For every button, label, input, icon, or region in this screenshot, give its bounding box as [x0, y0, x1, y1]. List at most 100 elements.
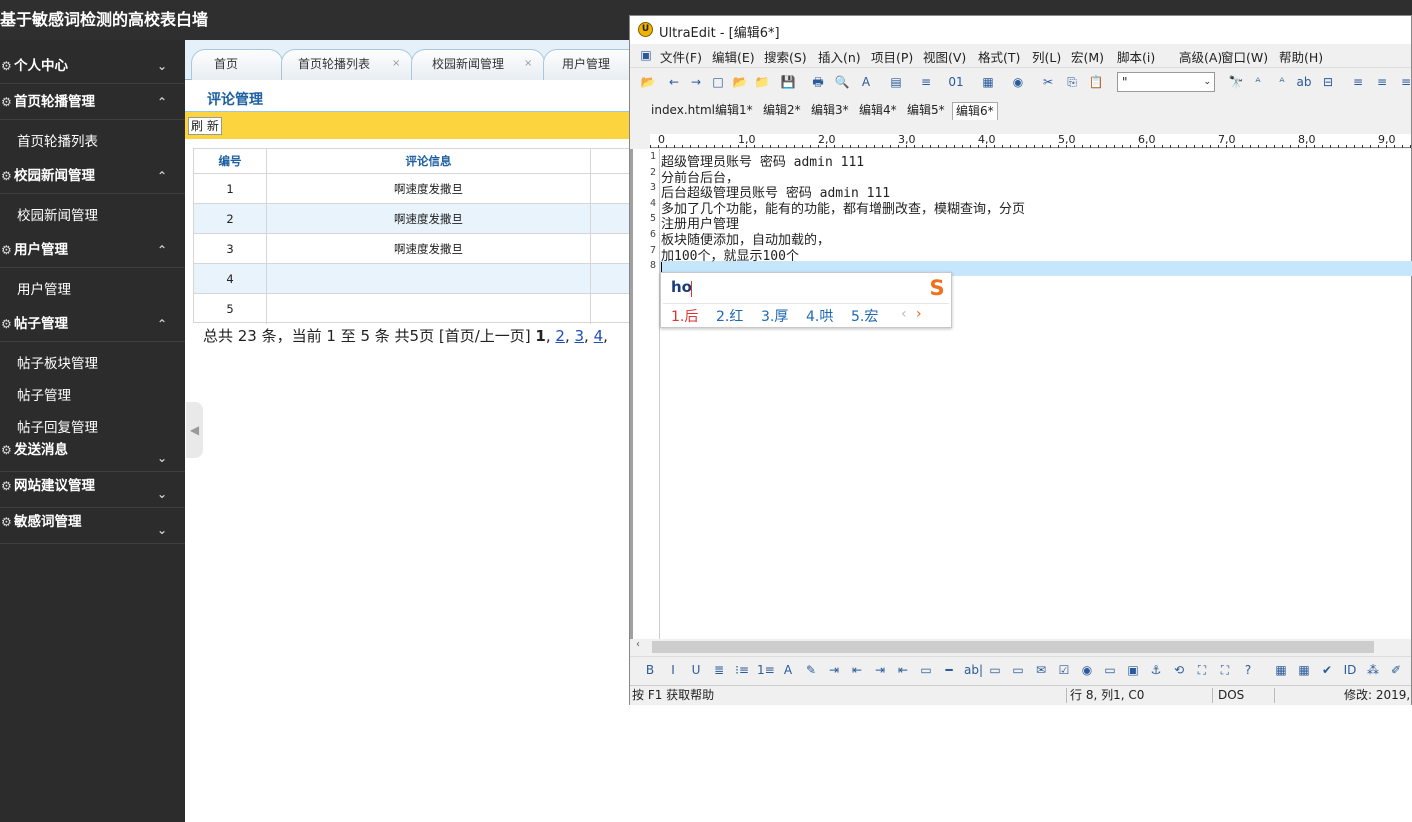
scroll-left-icon[interactable]: ‹: [636, 639, 640, 650]
column-icon[interactable]: ⊟: [1320, 74, 1336, 90]
file-tab[interactable]: 编辑5*: [904, 102, 948, 120]
html-tool-icon[interactable]: ☑: [1056, 662, 1072, 678]
sidebar-item[interactable]: 首页轮播列表: [17, 130, 98, 150]
menu-item[interactable]: 项目(P): [871, 47, 913, 66]
chevron-up-icon[interactable]: ⌃: [157, 232, 167, 268]
html-tool-icon[interactable]: ◉: [1079, 662, 1095, 678]
sidebar-item[interactable]: 帖子回复管理: [17, 416, 98, 436]
menu-item[interactable]: 文件(F): [660, 47, 702, 66]
find-icon[interactable]: 🔭: [1228, 74, 1244, 90]
back-icon[interactable]: ←: [666, 74, 682, 90]
scrollbar-thumb[interactable]: [652, 641, 1374, 653]
pager-link[interactable]: 2: [555, 327, 565, 345]
html-tool-icon[interactable]: ab|: [964, 662, 983, 678]
clipboard-list-icon[interactable]: ▦: [980, 74, 996, 90]
html-tool-icon[interactable]: ✎: [803, 662, 819, 678]
paste-icon[interactable]: 📋: [1088, 74, 1104, 90]
find-files-icon[interactable]: ab: [1296, 74, 1312, 90]
html-tool-icon[interactable]: ▦: [1296, 662, 1312, 678]
html-tool-icon[interactable]: ▭: [918, 662, 934, 678]
browser-icon[interactable]: ◉: [1010, 74, 1026, 90]
menu-item[interactable]: 搜索(S): [764, 47, 807, 66]
chevron-down-icon[interactable]: ⌄: [1203, 73, 1211, 91]
menu-item[interactable]: 编辑(E): [712, 47, 755, 66]
horizontal-scrollbar[interactable]: ‹: [630, 639, 1411, 655]
html-tool-icon[interactable]: ⚓: [1148, 662, 1164, 678]
ime-next-icon[interactable]: ›: [916, 306, 922, 322]
sidebar-collapse-icon[interactable]: ◀: [186, 402, 203, 458]
align-left-icon[interactable]: ≡: [1350, 74, 1366, 90]
file-tab[interactable]: 编辑4*: [856, 102, 900, 120]
ime-candidate[interactable]: 5.宏: [851, 306, 878, 326]
chevron-down-icon[interactable]: ⌄: [157, 48, 167, 84]
html-tool-icon[interactable]: A: [780, 662, 796, 678]
ue-text-area[interactable]: 12345678 超级管理员账号 密码 admin 111 分前台后台， 后台超级管…: [630, 149, 1412, 639]
sidebar-item[interactable]: 帖子板块管理: [17, 352, 98, 372]
menu-item[interactable]: 高级(A): [1179, 47, 1222, 66]
html-tool-icon[interactable]: B: [642, 662, 658, 678]
menu-item[interactable]: 脚本(i): [1117, 47, 1155, 66]
html-tool-icon[interactable]: ⁂: [1365, 662, 1381, 678]
chevron-up-icon[interactable]: ⌃: [157, 306, 167, 342]
tab-label[interactable]: 首页轮播列表: [298, 50, 370, 78]
print-icon[interactable]: 🖶: [810, 74, 826, 90]
save-icon[interactable]: 💾: [780, 74, 796, 90]
pager-link[interactable]: 3: [575, 327, 585, 345]
chevron-up-icon[interactable]: ⌃: [157, 158, 167, 194]
folder-icon[interactable]: 📁: [754, 74, 770, 90]
open-icon[interactable]: 📂: [640, 74, 656, 90]
html-tool-icon[interactable]: ▭: [1010, 662, 1026, 678]
find-next-icon[interactable]: ᴬ: [1250, 74, 1266, 90]
text-line[interactable]: 加100个，就显示100个: [661, 245, 799, 264]
html-tool-icon[interactable]: ⇥: [826, 662, 842, 678]
tab-item[interactable]: 首页: [191, 49, 283, 80]
menu-item[interactable]: 格式(T): [978, 47, 1020, 66]
menu-item[interactable]: 列(L): [1032, 47, 1061, 66]
file-tab[interactable]: 编辑2*: [760, 102, 804, 120]
refresh-button[interactable]: 刷 新: [188, 117, 222, 135]
html-tool-icon[interactable]: ⇤: [895, 662, 911, 678]
file-tab[interactable]: index.html: [648, 102, 718, 120]
sidebar-section-header[interactable]: ⚙ 首页轮播管理 ⌃: [0, 84, 185, 120]
menu-item[interactable]: 帮助(H): [1279, 47, 1323, 66]
print-preview-icon[interactable]: 🔍: [834, 74, 850, 90]
spellcheck-icon[interactable]: A: [858, 74, 874, 90]
sidebar-item[interactable]: 校园新闻管理: [17, 204, 98, 224]
html-tool-icon[interactable]: ⛶: [1217, 662, 1233, 678]
forward-icon[interactable]: →: [688, 74, 704, 90]
html-tool-icon[interactable]: ID: [1342, 662, 1358, 678]
tab-label[interactable]: 首页: [214, 50, 238, 78]
menu-item[interactable]: 视图(V): [923, 47, 966, 66]
tab-item[interactable]: 校园新闻管理 ×: [411, 49, 545, 80]
close-icon[interactable]: ×: [524, 50, 532, 78]
html-tool-icon[interactable]: 1≡: [757, 662, 775, 678]
file-tab[interactable]: 编辑1*: [712, 102, 756, 120]
sidebar-section-header[interactable]: ⚙ 帖子管理 ⌃: [0, 306, 185, 342]
html-tool-icon[interactable]: ⇤: [849, 662, 865, 678]
close-icon[interactable]: ×: [392, 50, 400, 78]
align-center-icon[interactable]: ≡: [1374, 74, 1390, 90]
html-tool-icon[interactable]: ⇥: [872, 662, 888, 678]
sidebar-section-header[interactable]: ⚙ 用户管理 ⌃: [0, 232, 185, 268]
chevron-down-icon[interactable]: ⌄: [157, 444, 167, 472]
html-tool-icon[interactable]: U: [688, 662, 704, 678]
sidebar-section-header[interactable]: ⚙ 网站建议管理 ⌄: [0, 472, 185, 508]
chevron-up-icon[interactable]: ⌃: [157, 84, 167, 120]
open-folder-icon[interactable]: 📂: [732, 74, 748, 90]
search-combo[interactable]: " ⌄: [1117, 72, 1215, 92]
html-tool-icon[interactable]: I: [665, 662, 681, 678]
chevron-down-icon[interactable]: ⌄: [157, 480, 167, 508]
html-tool-icon[interactable]: ?: [1240, 662, 1256, 678]
tab-label[interactable]: 校园新闻管理: [432, 50, 504, 78]
html-tool-icon[interactable]: ⁝≡: [734, 662, 750, 678]
html-tool-icon[interactable]: ⛶: [1194, 662, 1210, 678]
pager-link[interactable]: 4: [594, 327, 604, 345]
wrap-icon[interactable]: ≡: [918, 74, 934, 90]
sidebar-section-header[interactable]: ⚙ 敏感词管理 ⌄: [0, 508, 185, 544]
html-tool-icon[interactable]: ✐: [1388, 662, 1404, 678]
file-tab[interactable]: 编辑6*: [952, 102, 998, 120]
replace-icon[interactable]: ᴬ: [1274, 74, 1290, 90]
file-tab[interactable]: 编辑3*: [808, 102, 852, 120]
align-right-icon[interactable]: ≡: [1398, 74, 1412, 90]
ime-candidate[interactable]: 1.后: [671, 306, 698, 326]
